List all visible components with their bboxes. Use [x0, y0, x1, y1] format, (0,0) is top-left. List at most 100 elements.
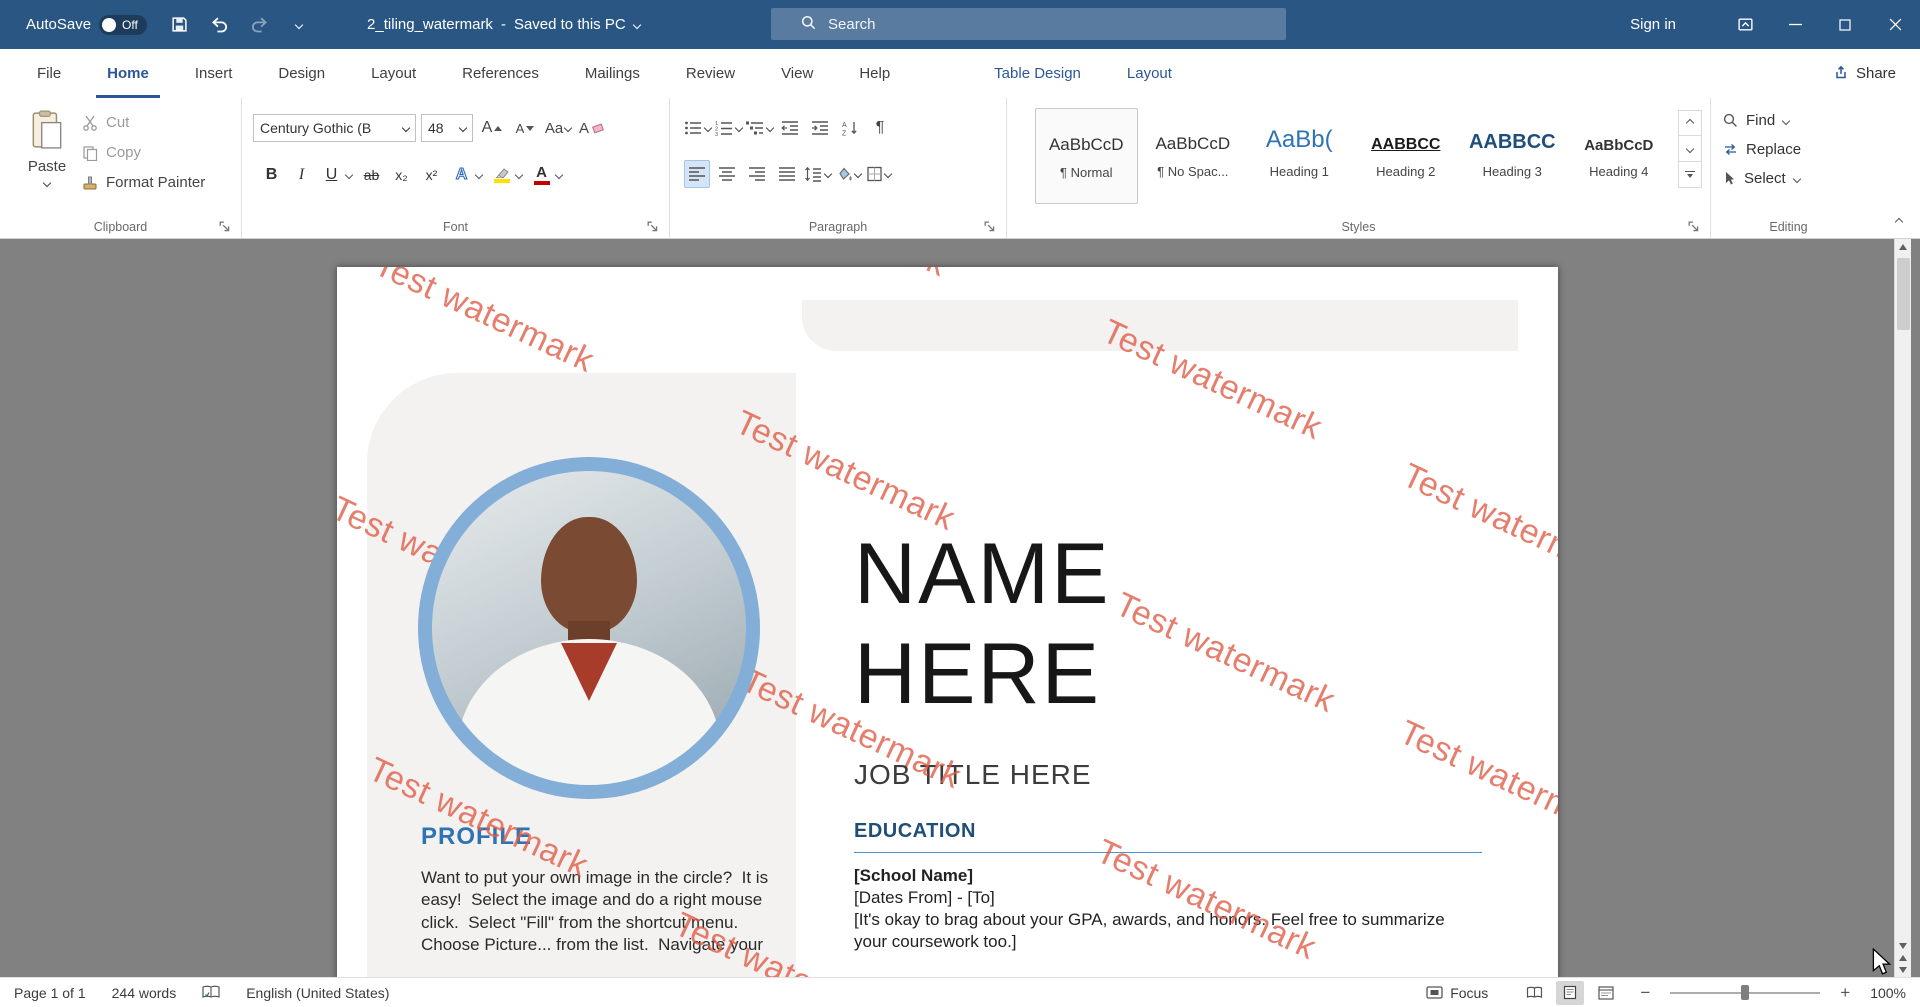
align-left-button[interactable] — [684, 160, 710, 188]
close-icon[interactable] — [1870, 0, 1920, 49]
scrollbar-thumb[interactable] — [1897, 258, 1910, 330]
print-layout-view-icon[interactable] — [1556, 981, 1584, 1005]
tab-table-design[interactable]: Table Design — [971, 49, 1104, 98]
tab-help[interactable]: Help — [836, 49, 913, 98]
clear-formatting-button[interactable]: A — [577, 114, 605, 142]
ribbon-display-options-icon[interactable] — [1720, 0, 1770, 49]
line-spacing-button[interactable] — [804, 160, 831, 188]
document-title[interactable]: 2_tiling_watermark - Saved to this PC — [367, 16, 640, 33]
grow-font-button[interactable]: A — [478, 114, 506, 142]
find-button[interactable]: Find — [1723, 112, 1801, 129]
zoom-in-button[interactable]: + — [1838, 983, 1852, 1003]
style-no-spacing[interactable]: AaBbCcD ¶ No Spac... — [1142, 108, 1245, 204]
collapse-ribbon-icon[interactable] — [1896, 212, 1902, 230]
page-number-indicator[interactable]: Page 1 of 1 — [14, 985, 86, 1001]
style-heading-1[interactable]: AaBb( Heading 1 — [1248, 108, 1351, 204]
paste-button[interactable]: Paste — [18, 110, 76, 210]
document-canvas[interactable]: Test watermarkTest watermarkTest waterma… — [0, 239, 1920, 977]
font-color-button[interactable]: A — [528, 160, 555, 190]
numbering-button[interactable]: 123 — [715, 114, 742, 142]
font-family-combobox[interactable]: Century Gothic (B — [253, 114, 416, 142]
tab-mailings[interactable]: Mailings — [562, 49, 663, 98]
increase-indent-button[interactable] — [807, 114, 833, 142]
document-page[interactable]: Test watermarkTest watermarkTest waterma… — [337, 267, 1558, 977]
underline-chevron-icon[interactable] — [345, 171, 353, 179]
multilevel-list-button[interactable] — [746, 114, 773, 142]
underline-button[interactable]: U — [318, 160, 345, 190]
zoom-out-button[interactable]: − — [1638, 983, 1652, 1003]
format-painter-button[interactable]: Format Painter — [82, 174, 205, 191]
focus-mode-button[interactable]: Focus — [1426, 985, 1488, 1001]
copy-button[interactable]: Copy — [82, 144, 205, 161]
style-normal[interactable]: AaBbCcD ¶ Normal — [1035, 108, 1138, 204]
bullets-button[interactable] — [684, 114, 711, 142]
paragraph-dialog-launcher-icon[interactable] — [984, 220, 996, 232]
proofing-errors-icon[interactable] — [202, 985, 220, 1000]
next-page-icon[interactable] — [1899, 967, 1907, 973]
redo-icon[interactable] — [249, 15, 269, 35]
align-right-button[interactable] — [744, 160, 770, 188]
scroll-up-arrow-icon[interactable] — [1899, 244, 1907, 250]
tab-review[interactable]: Review — [663, 49, 758, 98]
styles-scroll-up-icon[interactable] — [1678, 110, 1702, 136]
highlight-chevron-icon[interactable] — [515, 171, 523, 179]
cut-button[interactable]: Cut — [82, 114, 205, 131]
web-layout-view-icon[interactable] — [1592, 981, 1620, 1005]
tab-home[interactable]: Home — [84, 49, 172, 98]
bold-button[interactable]: B — [258, 160, 285, 190]
language-indicator[interactable]: English (United States) — [246, 985, 389, 1001]
replace-button[interactable]: Replace — [1723, 141, 1801, 158]
tab-file[interactable]: File — [14, 49, 84, 98]
style-heading-3[interactable]: AABBCC Heading 3 — [1461, 108, 1564, 204]
font-color-chevron-icon[interactable] — [555, 171, 563, 179]
text-effects-chevron-icon[interactable] — [475, 171, 483, 179]
vertical-scrollbar[interactable] — [1894, 239, 1911, 977]
style-heading-2[interactable]: AABBCC Heading 2 — [1355, 108, 1458, 204]
decrease-indent-button[interactable] — [777, 114, 803, 142]
align-center-button[interactable] — [714, 160, 740, 188]
justify-button[interactable] — [774, 160, 800, 188]
profile-photo[interactable] — [418, 457, 760, 799]
text-effects-button[interactable]: A — [448, 160, 475, 190]
tab-view[interactable]: View — [758, 49, 836, 98]
zoom-level-indicator[interactable]: 100% — [1870, 985, 1906, 1001]
search-input[interactable]: Search — [771, 8, 1286, 40]
sort-button[interactable]: AZ — [837, 114, 863, 142]
read-mode-view-icon[interactable] — [1520, 981, 1548, 1005]
font-dialog-launcher-icon[interactable] — [647, 220, 659, 232]
styles-dialog-launcher-icon[interactable] — [1688, 220, 1700, 232]
undo-icon[interactable] — [209, 15, 229, 35]
tab-layout[interactable]: Layout — [348, 49, 439, 98]
maximize-icon[interactable] — [1820, 0, 1870, 49]
subscript-button[interactable]: x₂ — [388, 160, 415, 190]
styles-scroll-down-icon[interactable] — [1678, 136, 1702, 162]
zoom-slider[interactable] — [1670, 992, 1820, 994]
show-hide-marks-button[interactable]: ¶ — [867, 114, 893, 142]
autosave-toggle[interactable]: Off — [99, 15, 147, 35]
clipboard-dialog-launcher-icon[interactable] — [219, 220, 231, 232]
word-count-indicator[interactable]: 244 words — [112, 985, 177, 1001]
sign-in-button[interactable]: Sign in — [1612, 16, 1694, 33]
scroll-down-arrow-icon[interactable] — [1899, 943, 1907, 949]
shrink-font-button[interactable]: A — [511, 114, 539, 142]
minimize-icon[interactable] — [1770, 0, 1820, 49]
change-case-button[interactable]: Aa — [544, 114, 572, 142]
previous-page-icon[interactable] — [1899, 955, 1907, 961]
superscript-button[interactable]: x² — [418, 160, 445, 190]
strikethrough-button[interactable]: ab — [358, 160, 385, 190]
tab-insert[interactable]: Insert — [172, 49, 256, 98]
qat-customize-chevron-icon[interactable] — [289, 15, 309, 35]
italic-button[interactable]: I — [288, 160, 315, 190]
select-button[interactable]: Select — [1723, 170, 1801, 187]
tab-table-layout[interactable]: Layout — [1104, 49, 1195, 98]
shading-button[interactable] — [835, 160, 861, 188]
highlight-color-button[interactable] — [488, 160, 515, 190]
style-heading-4[interactable]: AaBbCcD Heading 4 — [1568, 108, 1671, 204]
tab-references[interactable]: References — [439, 49, 562, 98]
zoom-slider-knob[interactable] — [1741, 985, 1749, 1000]
font-size-combobox[interactable]: 48 — [421, 114, 473, 142]
tab-design[interactable]: Design — [255, 49, 348, 98]
share-button[interactable]: Share — [1833, 49, 1896, 98]
save-icon[interactable] — [169, 15, 189, 35]
borders-button[interactable] — [865, 160, 891, 188]
